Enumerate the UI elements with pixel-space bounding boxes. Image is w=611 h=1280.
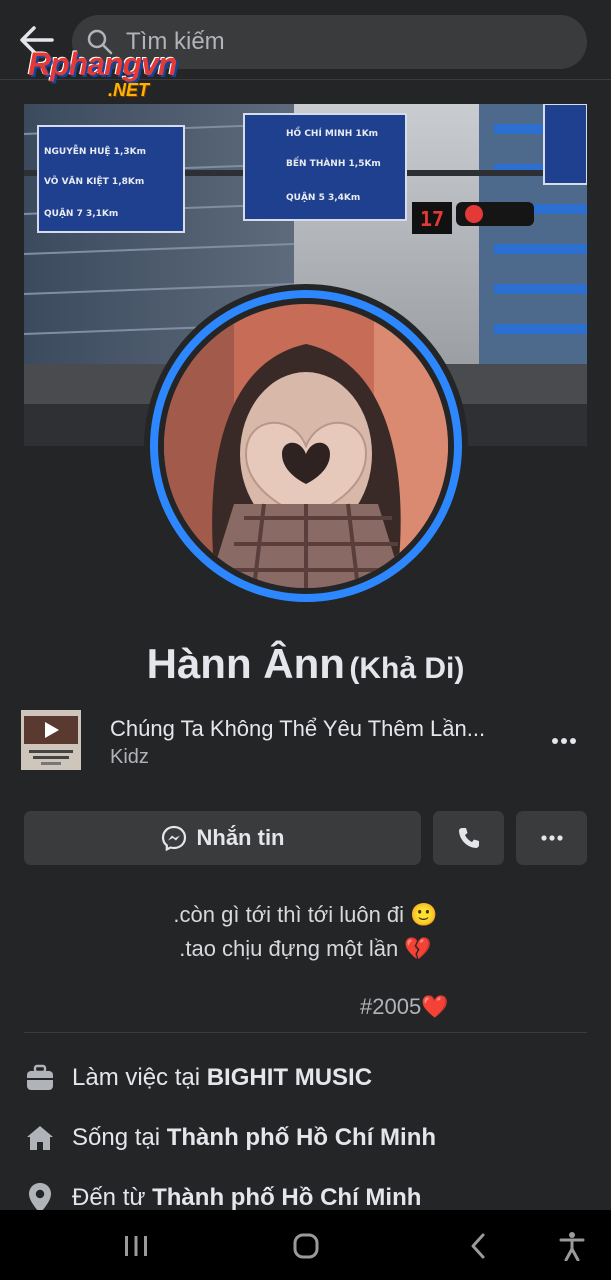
profile-music[interactable]: Chúng Ta Không Thể Yêu Thêm Lần... Kidz — [0, 706, 611, 776]
detail-live-value[interactable]: Thành phố Hồ Chí Minh — [167, 1124, 436, 1151]
back-nav-button[interactable] — [458, 1226, 498, 1266]
svg-text:VÕ VĂN KIỆT 1,8Km: VÕ VĂN KIỆT 1,8Km — [44, 175, 144, 187]
accessibility-button[interactable] — [552, 1226, 592, 1266]
profile-avatar[interactable] — [144, 284, 468, 608]
messenger-icon — [161, 825, 186, 851]
detail-work-value[interactable]: BIGHIT MUSIC — [207, 1064, 372, 1091]
profile-alternate-name: (Khả Di) — [349, 652, 465, 685]
detail-work-prefix: Làm việc tại — [72, 1064, 207, 1091]
svg-text:QUẬN 5 3,4Km: QUẬN 5 3,4Km — [286, 192, 360, 203]
more-dots-icon — [540, 835, 563, 841]
more-dots-icon — [552, 738, 576, 744]
recent-apps-icon — [125, 1236, 147, 1256]
bio-line: .còn gì tới thì tới luôn đi 🙂 — [173, 902, 438, 927]
hashtag-text: #2005 — [360, 994, 422, 1019]
heart-emoji: ❤️ — [421, 994, 449, 1019]
recent-apps-button[interactable] — [116, 1226, 156, 1266]
watermark-logo: Rphangvn .NET — [28, 46, 228, 106]
home-icon — [24, 1122, 56, 1154]
divider — [24, 1032, 587, 1033]
home-nav-icon — [293, 1233, 319, 1259]
profile-bio: .còn gì tới thì tới luôn đi 🙂 .tao chịu … — [0, 898, 611, 966]
briefcase-icon — [24, 1062, 56, 1094]
story-ring — [150, 290, 462, 602]
detail-from-value[interactable]: Thành phố Hồ Chí Minh — [152, 1184, 421, 1211]
album-art[interactable] — [21, 710, 81, 770]
detail-from-prefix: Đến từ — [72, 1184, 153, 1211]
home-button[interactable] — [286, 1226, 326, 1266]
detail-work: Làm việc tại BIGHIT MUSIC — [24, 1058, 372, 1098]
phone-icon — [458, 828, 479, 848]
profile-name-row: Hànn Ânn (Khả Di) — [0, 640, 611, 688]
bio-line: .tao chịu đựng một lần 💔 — [179, 936, 432, 961]
svg-text:17: 17 — [420, 207, 444, 231]
accessibility-icon — [559, 1232, 585, 1261]
song-artist: Kidz — [110, 746, 149, 768]
system-nav-bar — [0, 1210, 611, 1280]
message-button-label: Nhắn tin — [196, 825, 285, 850]
music-more-button[interactable] — [545, 722, 583, 760]
detail-live-prefix: Sống tại — [72, 1124, 167, 1151]
call-button[interactable] — [433, 811, 504, 865]
watermark-suffix: .NET — [108, 80, 150, 100]
message-button[interactable]: Nhắn tin — [24, 811, 421, 865]
profile-name: Hànn Ânn — [146, 640, 345, 687]
avatar-photo — [164, 304, 448, 588]
chevron-left-icon — [471, 1233, 485, 1259]
detail-current-city: Sống tại Thành phố Hồ Chí Minh — [24, 1118, 436, 1158]
bio-hashtag: #2005 ❤️ — [360, 994, 449, 1020]
svg-text:QUẬN 7 3,1Km: QUẬN 7 3,1Km — [44, 208, 118, 219]
profile-more-button[interactable] — [516, 811, 587, 865]
watermark-brand: Rphangvn — [28, 46, 177, 82]
song-title: Chúng Ta Không Thể Yêu Thêm Lần... — [110, 716, 486, 741]
